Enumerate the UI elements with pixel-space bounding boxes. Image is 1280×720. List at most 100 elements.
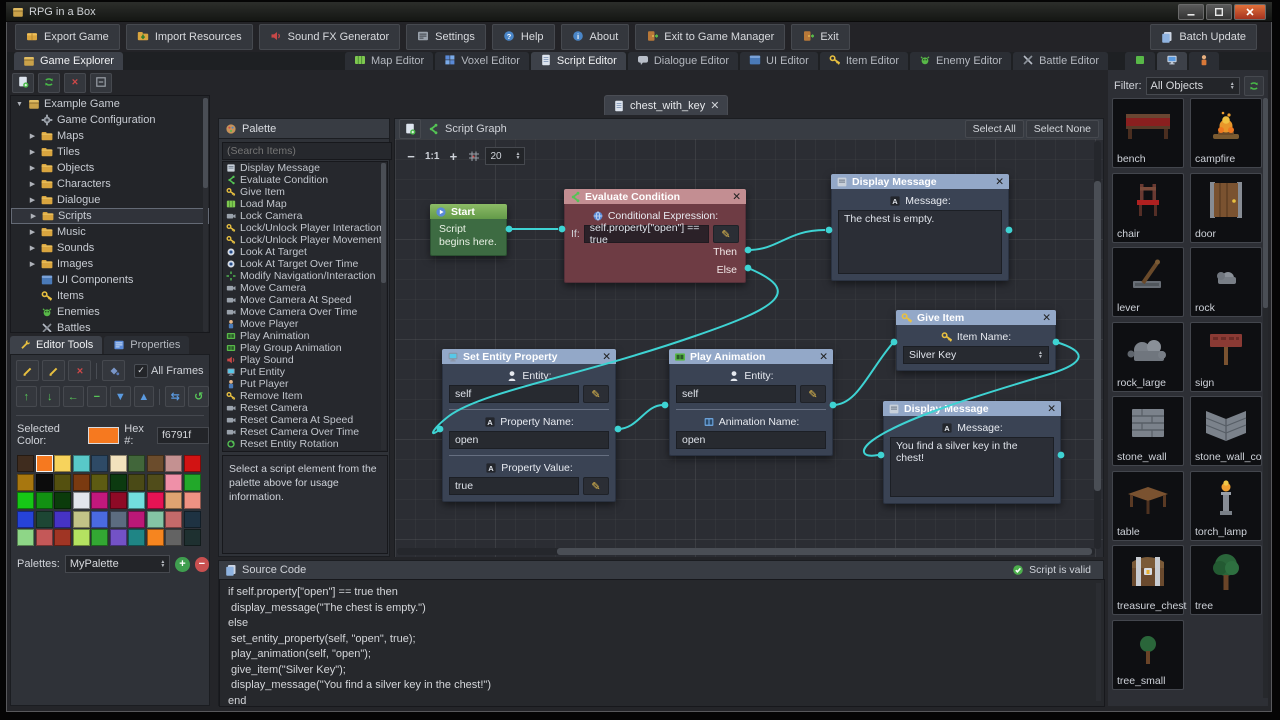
arrow-right-icon[interactable]: ▶ bbox=[28, 260, 37, 268]
refresh-button[interactable] bbox=[38, 73, 60, 93]
tree-item-ui-components[interactable]: UI Components bbox=[11, 272, 209, 288]
color-swatch[interactable] bbox=[110, 511, 127, 528]
close-node-icon[interactable]: ✕ bbox=[819, 351, 828, 363]
all-frames-checkbox[interactable] bbox=[134, 364, 148, 378]
objects-tab[interactable] bbox=[1157, 52, 1187, 70]
attach-voxel-button[interactable] bbox=[16, 360, 39, 381]
edit-entity-button[interactable]: ✎ bbox=[800, 385, 826, 403]
color-swatch[interactable] bbox=[128, 511, 145, 528]
close-node-icon[interactable]: ✕ bbox=[732, 191, 741, 203]
source-code-text[interactable]: if self.property["open"] == true then di… bbox=[219, 579, 1105, 707]
shrink-button[interactable]: ▼ bbox=[110, 386, 131, 407]
select-none-button[interactable]: Select None bbox=[1026, 120, 1099, 138]
object-card-torch_lamp[interactable]: torch_lamp bbox=[1190, 471, 1262, 541]
arrow-right-icon[interactable]: ▶ bbox=[28, 180, 37, 188]
batch-update-button[interactable]: Batch Update bbox=[1150, 24, 1257, 50]
tree-item-objects[interactable]: ▶Objects bbox=[11, 160, 209, 176]
color-swatch[interactable] bbox=[73, 474, 90, 491]
color-swatch[interactable] bbox=[128, 492, 145, 509]
new-file-button[interactable] bbox=[12, 73, 34, 93]
tab-properties[interactable]: Properties bbox=[104, 336, 189, 354]
tree-item-items[interactable]: Items bbox=[11, 288, 209, 304]
palette-item-lock-unlock-player-movement[interactable]: Lock/Unlock Player Movement bbox=[223, 234, 387, 246]
snap-grid-icon[interactable] bbox=[467, 150, 479, 162]
arrow-right-icon[interactable]: ▶ bbox=[28, 196, 37, 204]
arrow-right-icon[interactable]: ▶ bbox=[29, 212, 38, 220]
palette-select[interactable]: MyPalette bbox=[65, 555, 171, 573]
tree-item-tiles[interactable]: ▶Tiles bbox=[11, 144, 209, 160]
mirror-button[interactable]: ⇆ bbox=[165, 386, 186, 407]
palette-item-reset-camera-over-time[interactable]: Reset Camera Over Time bbox=[223, 426, 387, 438]
color-swatch[interactable] bbox=[147, 529, 164, 546]
arrow-down-icon[interactable]: ▼ bbox=[15, 101, 24, 108]
tab-game-explorer[interactable]: Game Explorer bbox=[14, 52, 123, 70]
search-input[interactable] bbox=[222, 142, 392, 160]
entity-input[interactable]: self bbox=[449, 385, 579, 403]
tab-enemy-editor[interactable]: Enemy Editor bbox=[910, 52, 1011, 70]
color-swatch[interactable] bbox=[17, 474, 34, 491]
tree-item-example-game[interactable]: ▼Example Game bbox=[11, 96, 209, 112]
object-card-bench[interactable]: bench bbox=[1112, 98, 1184, 168]
palette-item-look-at-target[interactable]: Look At Target bbox=[223, 246, 387, 258]
color-swatch[interactable] bbox=[54, 529, 71, 546]
tree-item-game-configuration[interactable]: Game Configuration bbox=[11, 112, 209, 128]
object-card-chair[interactable]: chair bbox=[1112, 173, 1184, 243]
palette-item-move-camera[interactable]: Move Camera bbox=[223, 282, 387, 294]
edit-entity-button[interactable]: ✎ bbox=[583, 385, 609, 403]
object-card-campfire[interactable]: campfire bbox=[1190, 98, 1262, 168]
zoom-out-button[interactable]: − bbox=[403, 148, 419, 164]
tree-item-maps[interactable]: ▶Maps bbox=[11, 128, 209, 144]
palette-item-modify-navigation-interaction[interactable]: Modify Navigation/Interaction bbox=[223, 270, 387, 282]
tab-item-editor[interactable]: Item Editor bbox=[820, 52, 908, 70]
color-swatch[interactable] bbox=[17, 455, 34, 472]
color-swatch[interactable] bbox=[128, 455, 145, 472]
edit-expression-button[interactable]: ✎ bbox=[713, 225, 739, 243]
object-card-stone_wall_cor[interactable]: stone_wall_cor bbox=[1190, 396, 1262, 466]
arrow-right-icon[interactable]: ▶ bbox=[28, 244, 37, 252]
remove-palette-button[interactable]: − bbox=[195, 557, 209, 572]
minimize-button[interactable] bbox=[1178, 4, 1204, 20]
menu-sound-fx-generator[interactable]: Sound FX Generator bbox=[259, 24, 401, 50]
menu-help[interactable]: ?Help bbox=[492, 24, 555, 50]
palette-item-reset-camera-at-speed[interactable]: Reset Camera At Speed bbox=[223, 414, 387, 426]
message-textarea[interactable]: You find a silver key in the chest! bbox=[890, 437, 1054, 497]
object-card-tree[interactable]: tree bbox=[1190, 545, 1262, 615]
color-swatch[interactable] bbox=[54, 474, 71, 491]
refresh-objects-button[interactable] bbox=[1244, 76, 1264, 96]
node-display-message-1[interactable]: Display Message ✕ A Message: The chest i… bbox=[831, 174, 1009, 281]
tree-scrollbar[interactable] bbox=[203, 98, 208, 332]
palette-item-move-camera-at-speed[interactable]: Move Camera At Speed bbox=[223, 294, 387, 306]
paint-voxel-button[interactable] bbox=[42, 360, 65, 381]
entity-input[interactable]: self bbox=[676, 385, 796, 403]
menu-exit-to-game-manager[interactable]: Exit to Game Manager bbox=[635, 24, 785, 50]
color-swatch[interactable] bbox=[36, 511, 53, 528]
move-right-button[interactable]: − bbox=[87, 386, 108, 407]
menu-about[interactable]: iAbout bbox=[561, 24, 630, 50]
node-give-item[interactable]: Give Item ✕ Item Name: Silver Key bbox=[896, 310, 1056, 371]
tab-editor-tools[interactable]: Editor Tools bbox=[10, 336, 102, 354]
palette-item-lock-unlock-player-interaction[interactable]: Lock/Unlock Player Interaction bbox=[223, 222, 387, 234]
graph-canvas[interactable]: − 1:1 + 20 Start Script begins here. bbox=[395, 139, 1103, 557]
node-evaluate-condition[interactable]: Evaluate Condition ✕ Conditional Express… bbox=[564, 189, 746, 283]
tree-item-sounds[interactable]: ▶Sounds bbox=[11, 240, 209, 256]
close-node-icon[interactable]: ✕ bbox=[1047, 403, 1056, 415]
color-swatch[interactable] bbox=[73, 455, 90, 472]
menu-exit[interactable]: Exit bbox=[791, 24, 849, 50]
tiles-tab[interactable] bbox=[1125, 52, 1155, 70]
property-value-input[interactable]: true bbox=[449, 477, 579, 495]
palette-item-lock-camera[interactable]: Lock Camera bbox=[223, 210, 387, 222]
item-select[interactable]: Silver Key bbox=[903, 346, 1049, 364]
color-swatch[interactable] bbox=[36, 492, 53, 509]
palette-item-play-sound[interactable]: Play Sound bbox=[223, 354, 387, 366]
collapse-button[interactable] bbox=[90, 73, 112, 93]
close-button[interactable] bbox=[1234, 4, 1266, 20]
hex-input[interactable] bbox=[157, 427, 209, 444]
move-down-button[interactable]: ↓ bbox=[40, 386, 61, 407]
select-all-button[interactable]: Select All bbox=[965, 120, 1024, 138]
color-swatch[interactable] bbox=[165, 492, 182, 509]
color-swatch[interactable] bbox=[128, 529, 145, 546]
color-swatch[interactable] bbox=[110, 455, 127, 472]
arrow-right-icon[interactable]: ▶ bbox=[28, 228, 37, 236]
palette-item-reset-camera[interactable]: Reset Camera bbox=[223, 402, 387, 414]
edit-value-button[interactable]: ✎ bbox=[583, 477, 609, 495]
